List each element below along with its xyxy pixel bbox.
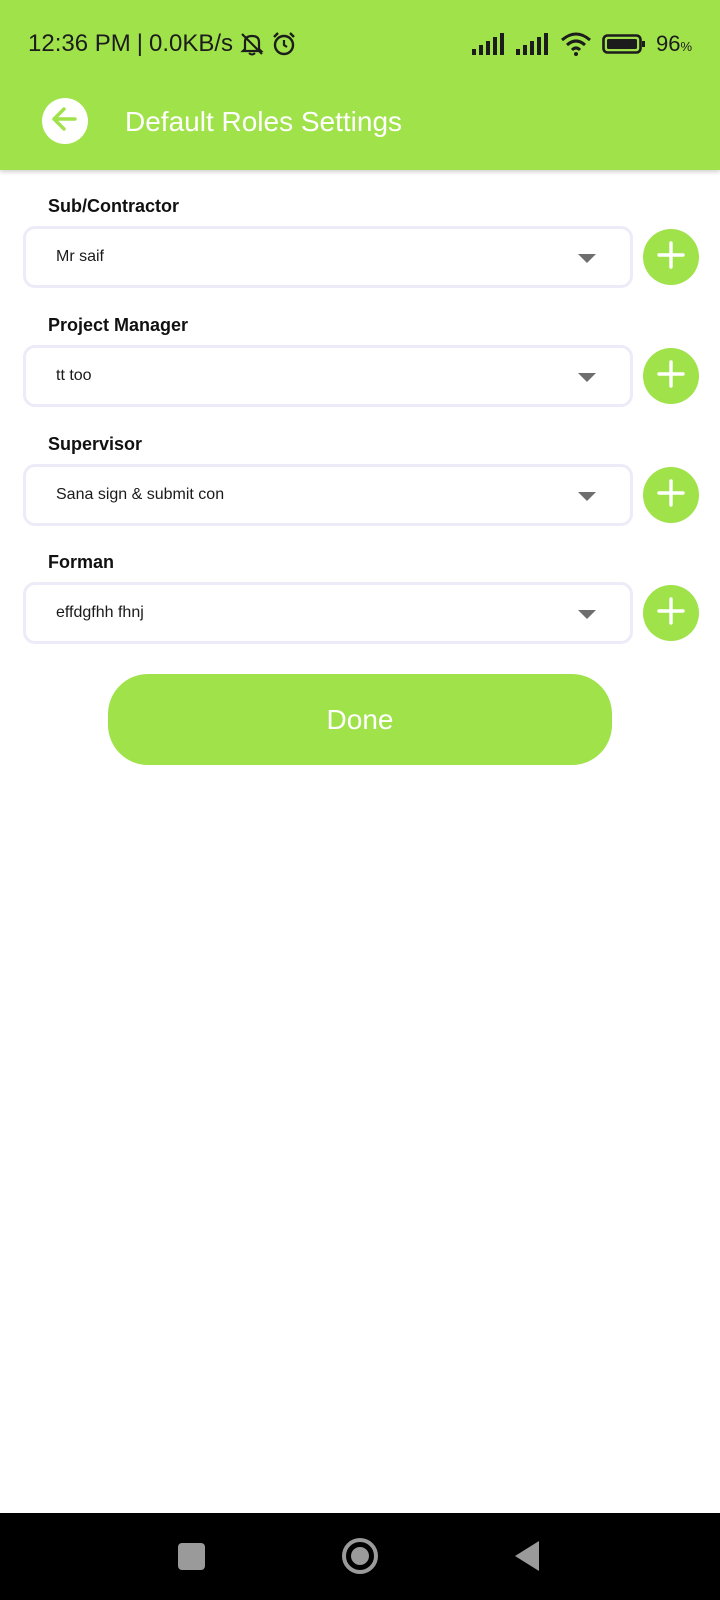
home-dot xyxy=(351,1547,369,1565)
plus-icon xyxy=(655,477,687,514)
plus-icon xyxy=(655,595,687,632)
select-value: tt too xyxy=(56,367,92,384)
header: 12:36 PM | 0.0KB/s 96% Default Roles Set… xyxy=(0,0,720,170)
page-title: Default Roles Settings xyxy=(125,106,403,137)
forman-select[interactable]: effdgfhh fhnj xyxy=(23,582,633,644)
system-nav-bar xyxy=(0,1513,720,1600)
add-supervisor-button[interactable] xyxy=(643,467,699,523)
network-speed: 0.0KB/s xyxy=(148,30,234,57)
status-left: 12:36 PM | 0.0KB/s xyxy=(28,30,297,58)
battery-value: 96 xyxy=(655,31,681,56)
done-button-label: Done xyxy=(326,703,394,735)
status-separator: | xyxy=(136,30,143,57)
project-manager-select[interactable]: tt too xyxy=(23,345,633,407)
sub-contractor-select[interactable]: Mr saif xyxy=(23,226,633,288)
back-triangle-icon[interactable] xyxy=(515,1541,539,1571)
add-forman-button[interactable] xyxy=(643,585,699,641)
dropdown-caret-icon xyxy=(578,610,596,619)
select-value: Mr saif xyxy=(56,248,104,265)
plus-icon xyxy=(655,239,687,276)
supervisor-select[interactable]: Sana sign & submit con xyxy=(23,464,633,526)
plus-icon xyxy=(655,358,687,395)
back-button[interactable] xyxy=(42,98,88,144)
add-sub-contractor-button[interactable] xyxy=(643,229,699,285)
add-project-manager-button[interactable] xyxy=(643,348,699,404)
recents-square-icon[interactable] xyxy=(178,1543,205,1570)
app-bar: Default Roles Settings xyxy=(0,88,720,170)
arrow-left-icon xyxy=(49,103,81,140)
field-label-supervisor: Supervisor xyxy=(48,434,143,454)
field-label-sub-contractor: Sub/Contractor xyxy=(48,196,180,216)
signal-icon xyxy=(515,33,550,55)
field-label-project-manager: Project Manager xyxy=(48,315,189,335)
bell-off-icon xyxy=(239,31,265,57)
dropdown-caret-icon xyxy=(578,373,596,382)
battery-icon xyxy=(602,33,646,55)
battery-level: 96% xyxy=(656,31,692,57)
done-button[interactable]: Done xyxy=(108,674,612,765)
field-label-forman: Forman xyxy=(48,552,115,572)
wifi-icon xyxy=(560,32,592,56)
signal-icon xyxy=(471,33,506,55)
status-time: 12:36 PM xyxy=(28,30,131,57)
alarm-icon xyxy=(271,31,297,57)
select-value: Sana sign & submit con xyxy=(56,486,225,503)
dropdown-caret-icon xyxy=(578,254,596,263)
status-right: 96% xyxy=(471,31,692,57)
select-value: effdgfhh fhnj xyxy=(56,604,144,621)
battery-unit: % xyxy=(680,39,692,54)
home-circle-icon[interactable] xyxy=(342,1538,378,1574)
status-bar: 12:36 PM | 0.0KB/s 96% xyxy=(0,0,720,88)
dropdown-caret-icon xyxy=(578,492,596,501)
